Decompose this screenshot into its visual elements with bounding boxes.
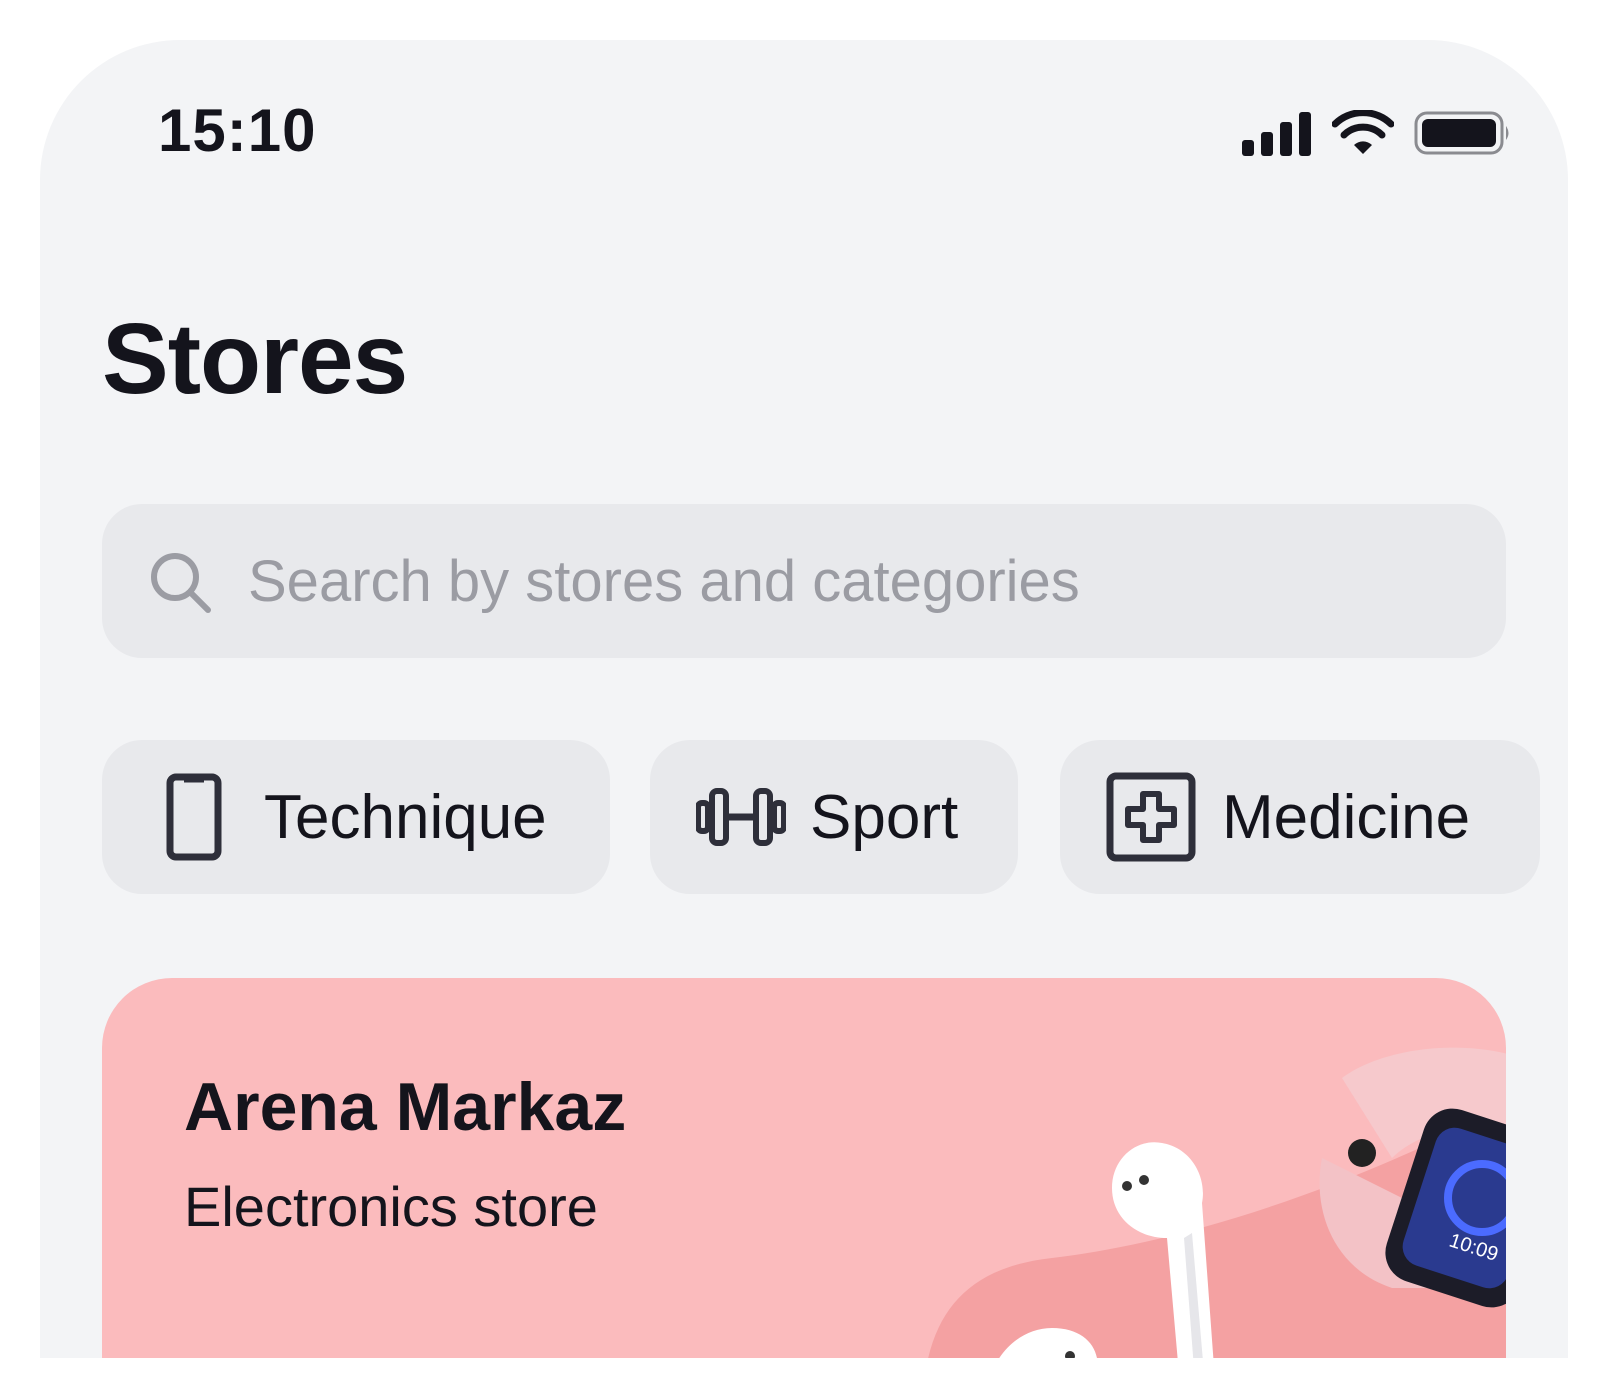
phone-icon	[164, 773, 224, 861]
category-label: Sport	[810, 782, 959, 852]
store-description: Electronics store	[184, 1175, 598, 1238]
status-bar: 15:10	[40, 40, 1568, 220]
search-input[interactable]	[248, 504, 1448, 658]
category-chip-technique[interactable]: Technique	[102, 740, 610, 894]
wifi-icon	[1331, 109, 1395, 161]
status-time: 15:10	[158, 97, 317, 164]
store-product-image: 10:09	[922, 1038, 1506, 1358]
page-title: Stores	[102, 303, 408, 415]
medical-cross-icon	[1106, 772, 1196, 862]
store-card[interactable]: Arena Markaz Electronics store 10:09	[102, 978, 1506, 1358]
category-chips: Technique Sport Medicine	[102, 740, 1568, 894]
signal-icon	[1242, 110, 1312, 161]
status-icons	[1242, 109, 1512, 161]
phone-screen: 15:10 Stores Search by stores and catego…	[40, 40, 1568, 1358]
category-label: Medicine	[1222, 782, 1471, 852]
category-chip-sport[interactable]: Sport	[650, 740, 1018, 894]
category-label: Technique	[264, 782, 547, 852]
search-icon	[148, 550, 212, 614]
dumbbell-icon	[696, 787, 786, 847]
battery-icon	[1414, 110, 1512, 161]
store-name: Arena Markaz	[184, 1069, 627, 1145]
search-bar[interactable]	[102, 504, 1506, 658]
category-chip-medicine[interactable]: Medicine	[1060, 740, 1540, 894]
